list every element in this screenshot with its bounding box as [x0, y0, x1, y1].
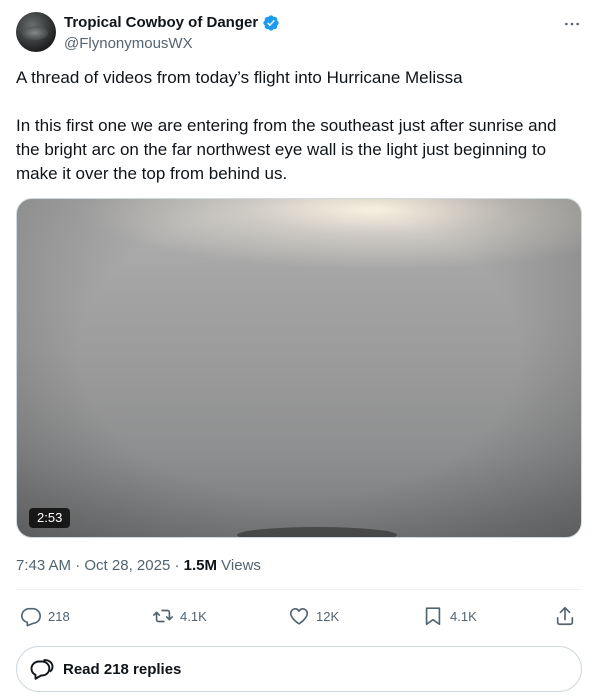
read-replies-button[interactable]: Read 218 replies [16, 646, 582, 692]
tweet-paragraph: In this first one we are entering from t… [16, 116, 557, 183]
tweet-paragraph: A thread of videos from today’s flight i… [16, 68, 463, 87]
read-replies-label: Read 218 replies [63, 660, 182, 678]
views-count: 1.5M [183, 557, 217, 574]
reply-icon [21, 607, 41, 627]
reply-button[interactable]: 218 [20, 600, 70, 632]
video-vignette [17, 199, 581, 537]
video-duration-badge: 2:53 [29, 508, 71, 528]
views-label: Views [221, 557, 261, 574]
share-icon [556, 606, 574, 626]
action-bar: 218 4.1K 12K 4.1K [16, 600, 582, 632]
display-name[interactable]: Tropical Cowboy of Danger [64, 13, 258, 33]
bookmark-button[interactable]: 4.1K [422, 600, 477, 632]
handle[interactable]: @FlynonymousWX [64, 34, 193, 54]
meta-separator: · [174, 557, 184, 574]
video-player[interactable]: 2:53 [16, 198, 582, 538]
like-icon [289, 608, 309, 625]
tweet-header: Tropical Cowboy of Danger @FlynonymousWX [16, 12, 582, 54]
like-button[interactable]: 12K [288, 600, 339, 632]
like-count: 12K [316, 608, 340, 624]
name-row: Tropical Cowboy of Danger [64, 13, 280, 33]
tweet-meta: 7:43 AM · Oct 28, 2025 · 1.5M Views [16, 556, 261, 576]
avatar[interactable] [16, 12, 56, 52]
tweet-time[interactable]: 7:43 AM [16, 557, 71, 574]
tweet-text: A thread of videos from today’s flight i… [16, 66, 582, 186]
bookmark-icon [425, 607, 441, 626]
tweet-date[interactable]: Oct 28, 2025 [84, 557, 170, 574]
share-button[interactable] [554, 600, 576, 632]
video-shadow [237, 527, 397, 537]
verified-badge-icon[interactable] [262, 14, 280, 32]
chat-bubbles-icon [30, 659, 54, 680]
more-icon[interactable] [562, 14, 582, 34]
repost-count: 4.1K [180, 608, 207, 624]
repost-button[interactable]: 4.1K [152, 600, 207, 632]
bookmark-count: 4.1K [450, 608, 477, 624]
meta-separator: · [75, 557, 85, 574]
divider [16, 589, 582, 590]
repost-icon [153, 609, 173, 623]
reply-count: 218 [48, 608, 70, 624]
